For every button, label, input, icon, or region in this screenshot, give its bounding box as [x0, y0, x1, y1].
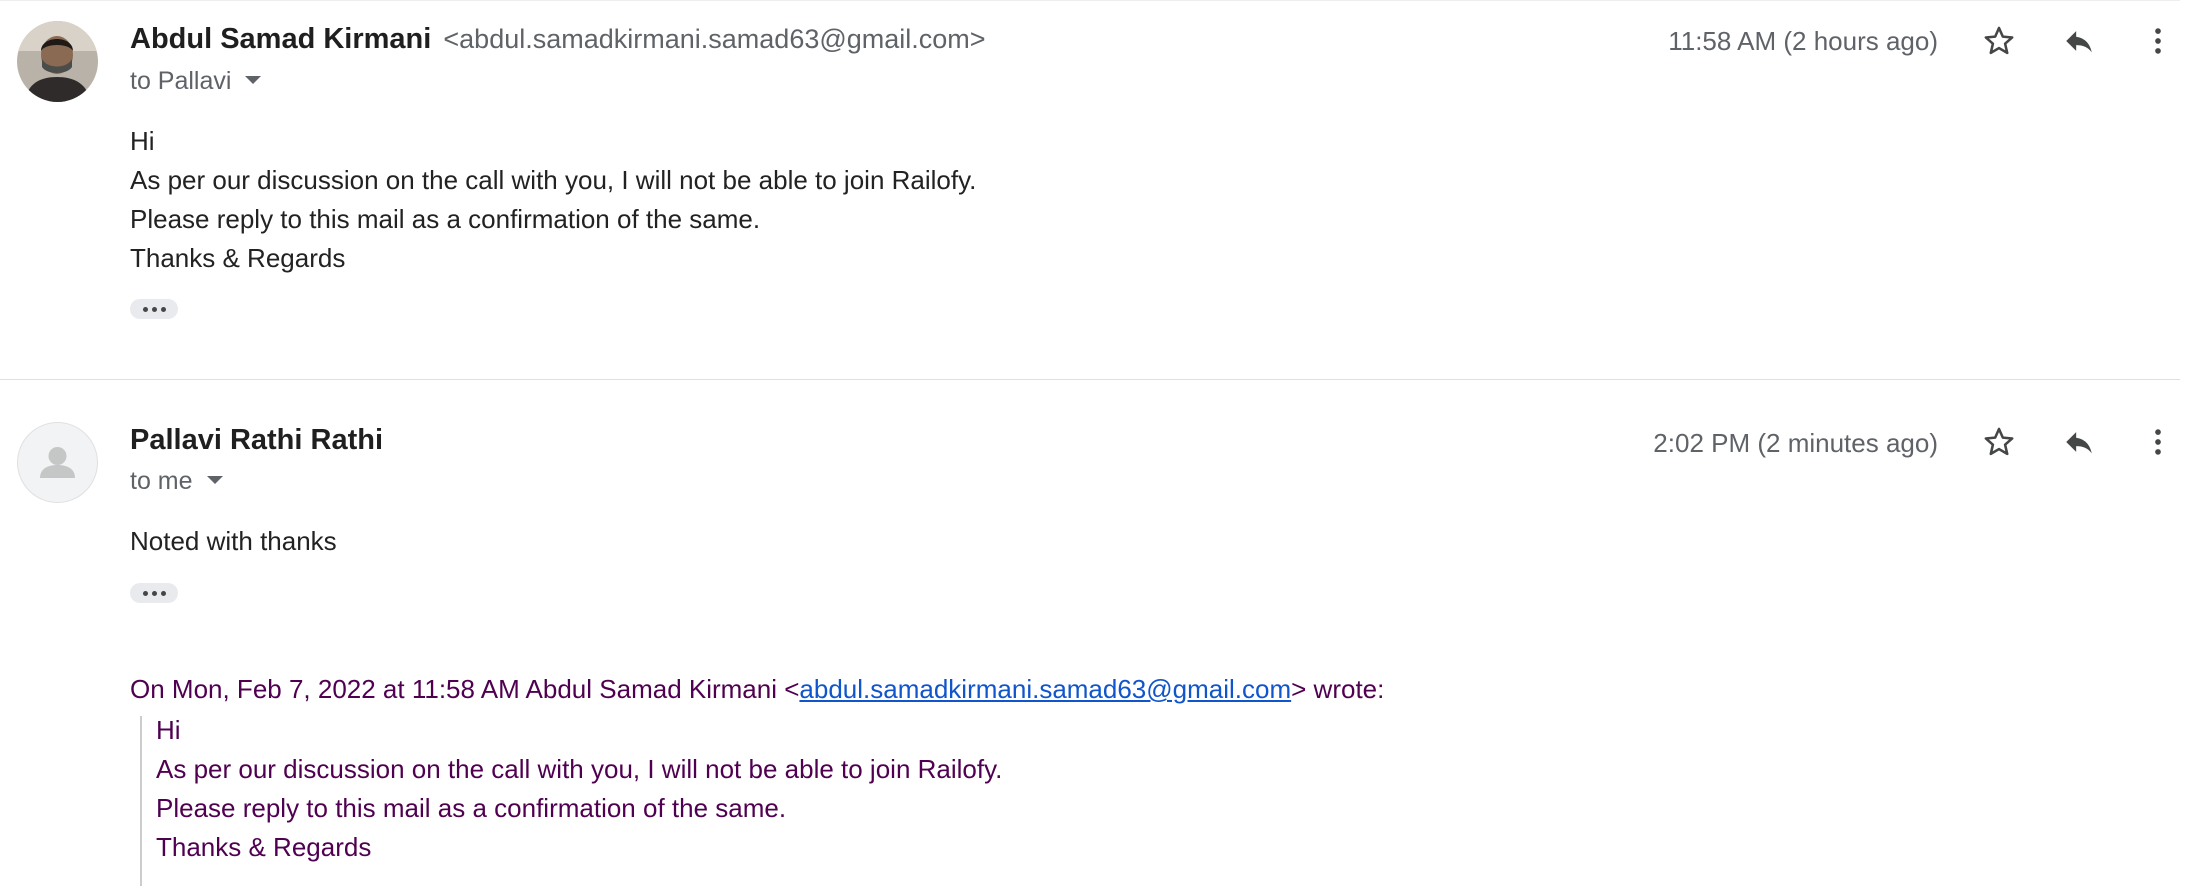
show-trimmed-content-button[interactable] [130, 583, 178, 603]
message-divider [0, 379, 2180, 380]
quote-attribution-prefix: On Mon, Feb 7, 2022 at 11:58 AM Abdul Sa… [130, 674, 800, 704]
body-line: As per our discussion on the call with y… [130, 165, 977, 195]
recipient-details-toggle[interactable]: to me [130, 467, 223, 496]
sender-line: Abdul Samad Kirmani <abdul.samadkirmani.… [130, 23, 986, 56]
default-person-icon [40, 447, 75, 478]
sender-name[interactable]: Pallavi Rathi Rathi [130, 424, 383, 456]
quoted-line: Please reply to this mail as a confirmat… [156, 793, 787, 823]
more-vertical-icon [2155, 28, 2161, 54]
email-message: Pallavi Rathi Rathi to me 2:02 PM (2 min… [0, 400, 2194, 886]
more-options-button[interactable] [2134, 17, 2182, 65]
quote-attribution: On Mon, Feb 7, 2022 at 11:58 AM Abdul Sa… [130, 674, 1384, 705]
star-outline-icon [1984, 26, 2014, 55]
show-trimmed-content-button[interactable] [130, 299, 178, 319]
body-line: Please reply to this mail as a confirmat… [130, 204, 761, 234]
avatar-photo [17, 21, 98, 102]
quote-attribution-suffix: > wrote: [1291, 674, 1385, 704]
caret-down-icon[interactable] [206, 476, 223, 485]
sender-name[interactable]: Abdul Samad Kirmani [130, 23, 431, 55]
quoted-message: Hi As per our discussion on the call wit… [156, 711, 1002, 867]
body-line: Thanks & Regards [130, 243, 346, 273]
show-trimmed-content-icon [142, 306, 148, 312]
body-line: Noted with thanks [130, 526, 337, 556]
quoted-line: As per our discussion on the call with y… [156, 754, 1003, 784]
sender-avatar[interactable] [17, 21, 98, 102]
quoted-line: Thanks & Regards [156, 832, 372, 862]
message-timestamp: 11:58 AM (2 hours ago) [1668, 26, 1938, 56]
star-button[interactable] [1975, 17, 2023, 65]
sender-email[interactable]: <abdul.samadkirmani.samad63@gmail.com> [443, 24, 985, 54]
reply-button[interactable] [2055, 418, 2103, 466]
show-trimmed-content-icon [142, 590, 148, 596]
recipient-label: to me [130, 467, 193, 495]
caret-down-icon[interactable] [245, 76, 262, 85]
quoted-line: Hi [156, 715, 181, 745]
reply-icon [2066, 31, 2092, 53]
message-body: Noted with thanks [130, 522, 337, 561]
reply-button[interactable] [2055, 17, 2103, 65]
body-line: Hi [130, 126, 155, 156]
more-vertical-icon [2155, 429, 2161, 455]
quote-bar [140, 716, 142, 886]
sender-avatar[interactable] [17, 422, 98, 503]
message-body: Hi As per our discussion on the call wit… [130, 122, 976, 278]
recipient-details-toggle[interactable]: to Pallavi [130, 67, 262, 96]
star-outline-icon [1984, 427, 2014, 456]
recipient-label: to Pallavi [130, 67, 232, 95]
quoted-sender-email-link[interactable]: abdul.samadkirmani.samad63@gmail.com [799, 674, 1291, 704]
star-button[interactable] [1975, 418, 2023, 466]
message-timestamp: 2:02 PM (2 minutes ago) [1653, 428, 1938, 458]
reply-icon [2066, 432, 2092, 454]
more-options-button[interactable] [2134, 418, 2182, 466]
email-message: Abdul Samad Kirmani <abdul.samadkirmani.… [0, 0, 2194, 380]
sender-line: Pallavi Rathi Rathi [130, 424, 383, 457]
